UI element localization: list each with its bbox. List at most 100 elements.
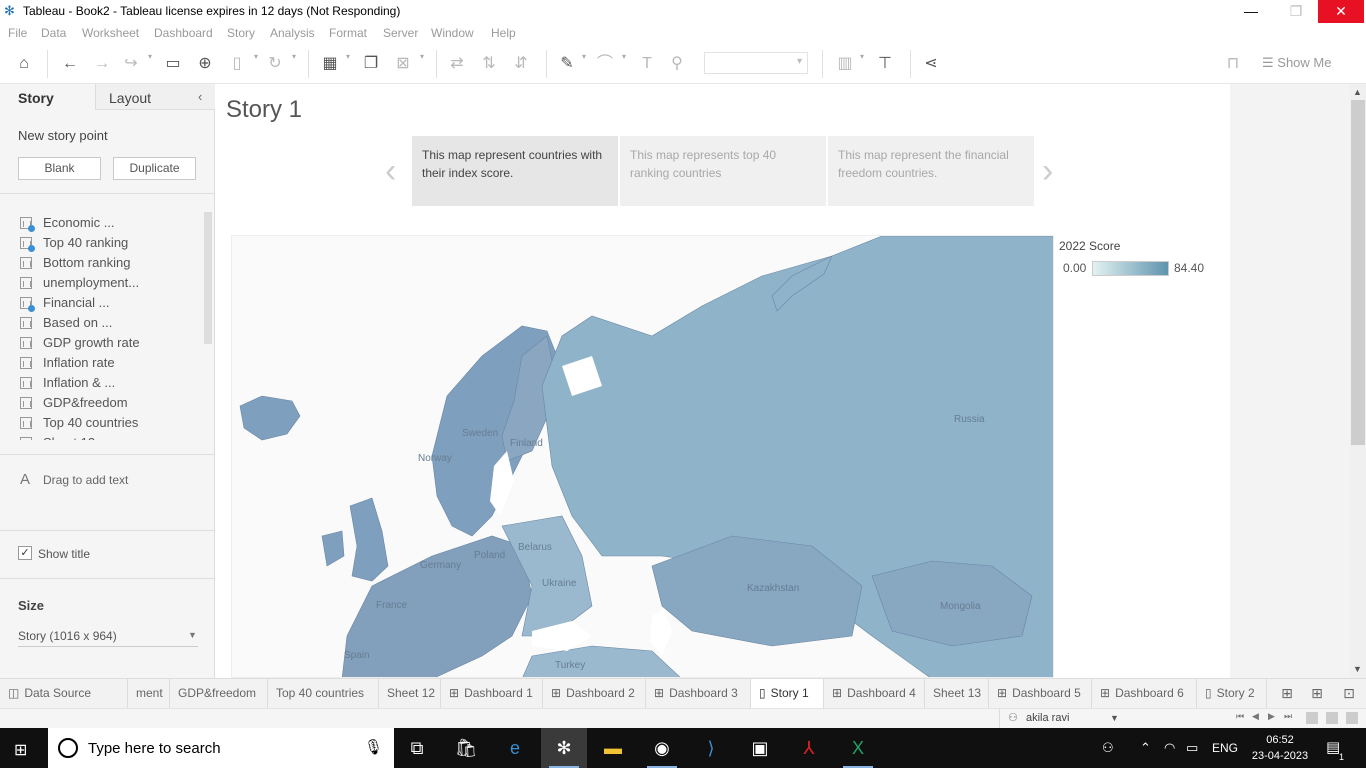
sheet-list-item[interactable]: unemployment... bbox=[0, 273, 204, 293]
sheet-list-scrollbar[interactable] bbox=[204, 212, 212, 344]
tab-story[interactable]: Story bbox=[0, 84, 95, 110]
fit-icon[interactable]: ▥ bbox=[834, 52, 856, 76]
sheet-list-item[interactable]: Bottom ranking bbox=[0, 253, 204, 273]
menu-dashboard[interactable]: Dashboard bbox=[154, 26, 213, 40]
sort-descending-icon[interactable]: ⇵ bbox=[510, 52, 532, 76]
pin-icon[interactable]: ⚲ bbox=[666, 52, 688, 76]
tooltip-icon[interactable]: ⊓ bbox=[1222, 52, 1244, 76]
sheet-tab[interactable]: ⊞ Dashboard 5 bbox=[989, 679, 1092, 708]
sheet-tab[interactable]: ◫ Data Source bbox=[0, 679, 128, 708]
show-sheet-sorter-icon[interactable] bbox=[1326, 712, 1338, 724]
sheet-tab[interactable]: GDP&freedom bbox=[170, 679, 268, 708]
replay-icon[interactable]: ↪ bbox=[120, 52, 142, 76]
clock[interactable]: 06:52 23-04-2023 bbox=[1250, 732, 1310, 764]
tab-layout[interactable]: Layout bbox=[95, 84, 215, 110]
vertical-scrollbar[interactable]: ▲ ▼ bbox=[1350, 84, 1366, 678]
text-label-icon[interactable]: T bbox=[636, 52, 658, 76]
group-icon[interactable]: ⌒ bbox=[594, 52, 616, 76]
menu-help[interactable]: Help bbox=[491, 26, 516, 40]
show-hidden-icons-icon[interactable]: ⌃ bbox=[1140, 740, 1151, 756]
share-icon[interactable]: ⋖ bbox=[920, 52, 942, 76]
restore-button[interactable]: ❐ bbox=[1273, 0, 1319, 23]
blank-button[interactable]: Blank bbox=[18, 157, 101, 180]
previous-sheet-icon[interactable]: ◀ bbox=[1252, 711, 1259, 722]
sheet-list-item[interactable]: Inflation & ... bbox=[0, 373, 204, 393]
new-worksheet-tab-icon[interactable]: ⊞ bbox=[1272, 679, 1302, 708]
show-title-checkbox[interactable]: ✓ bbox=[18, 546, 32, 560]
vscode-icon[interactable]: ⟩ bbox=[688, 728, 734, 768]
last-sheet-icon[interactable]: ⏭ bbox=[1284, 711, 1292, 722]
chevron-down-icon[interactable]: ▾ bbox=[420, 52, 424, 61]
taskbar-search[interactable]: Type here to search 🎙 bbox=[48, 728, 394, 768]
menu-format[interactable]: Format bbox=[329, 26, 367, 40]
task-view-icon[interactable]: ⧉ bbox=[394, 728, 440, 768]
chevron-down-icon[interactable]: ▾ bbox=[292, 52, 296, 61]
scroll-up-icon[interactable]: ▲ bbox=[1353, 87, 1362, 97]
menu-data[interactable]: Data bbox=[41, 26, 66, 40]
chevron-down-icon[interactable]: ▾ bbox=[622, 52, 626, 61]
clear-sheet-icon[interactable]: ⊠ bbox=[392, 52, 414, 76]
scrollbar-thumb[interactable] bbox=[1351, 100, 1365, 445]
sheet-tab[interactable]: Top 40 countries bbox=[268, 679, 379, 708]
sort-ascending-icon[interactable]: ⇅ bbox=[478, 52, 500, 76]
microphone-icon[interactable]: 🎙 bbox=[364, 738, 383, 756]
story-point-1[interactable]: This map represent countries with their … bbox=[412, 136, 618, 206]
scroll-down-icon[interactable]: ▼ bbox=[1353, 664, 1362, 674]
close-button[interactable]: ✕ bbox=[1318, 0, 1364, 23]
sheet-tab[interactable]: ⊞ Dashboard 4 bbox=[824, 679, 925, 708]
size-dropdown[interactable]: Story (1016 x 964) bbox=[18, 629, 198, 643]
sheet-tab[interactable]: Sheet 13 bbox=[925, 679, 989, 708]
chevron-down-icon[interactable]: ▾ bbox=[346, 52, 350, 61]
story-point-2[interactable]: This map represents top 40 ranking count… bbox=[620, 136, 826, 206]
user-menu[interactable]: ⚇ akila ravi ▼ bbox=[999, 709, 1125, 728]
duplicate-sheet-icon[interactable]: ❐ bbox=[360, 52, 382, 76]
sheet-list-item[interactable]: Sheet 12 bbox=[0, 433, 204, 440]
new-story-tab-icon[interactable]: ⊡ bbox=[1334, 679, 1364, 708]
undo-icon[interactable]: ← bbox=[58, 52, 82, 76]
legend-color-ramp[interactable] bbox=[1092, 261, 1169, 276]
previous-story-point-icon[interactable]: ‹ bbox=[385, 152, 396, 191]
acrobat-icon[interactable]: ⅄ bbox=[786, 728, 832, 768]
tableau-taskbar-icon[interactable]: ✻ bbox=[541, 728, 587, 768]
new-worksheet-icon[interactable]: ▦ bbox=[318, 52, 342, 76]
menu-server[interactable]: Server bbox=[383, 26, 418, 40]
sheet-tab[interactable]: ment bbox=[128, 679, 170, 708]
next-story-point-icon[interactable]: › bbox=[1042, 152, 1053, 191]
sheet-list-item[interactable]: Top 40 ranking bbox=[0, 233, 204, 253]
collapse-pane-icon[interactable]: ‹ bbox=[198, 89, 202, 104]
new-dashboard-tab-icon[interactable]: ⊞ bbox=[1302, 679, 1332, 708]
sheet-list-item[interactable]: Top 40 countries bbox=[0, 413, 204, 433]
minimize-button[interactable]: — bbox=[1228, 0, 1274, 23]
sheet-tab[interactable]: ⊞ Dashboard 3 bbox=[646, 679, 751, 708]
highlight-icon[interactable]: ✎ bbox=[556, 52, 578, 76]
pause-updates-icon[interactable]: ▯ bbox=[226, 52, 248, 76]
chrome-icon[interactable]: ◉ bbox=[639, 728, 685, 768]
show-tabs-icon[interactable] bbox=[1346, 712, 1358, 724]
sheet-tab[interactable]: ▯ Story 2 bbox=[1197, 679, 1267, 708]
swap-icon[interactable]: ⇄ bbox=[446, 52, 468, 76]
first-sheet-icon[interactable]: ⏮ bbox=[1236, 711, 1244, 722]
duplicate-button[interactable]: Duplicate bbox=[113, 157, 196, 180]
story-point-3[interactable]: This map represent the financial freedom… bbox=[828, 136, 1034, 206]
drag-to-add-text[interactable]: Drag to add text bbox=[43, 473, 128, 487]
sheet-list-item[interactable]: Economic ... bbox=[0, 213, 204, 233]
filled-map[interactable]: Sweden Finland Norway Russia Poland Bela… bbox=[231, 235, 1054, 678]
menu-worksheet[interactable]: Worksheet bbox=[82, 26, 139, 40]
sheet-tab[interactable]: ⊞ Dashboard 1 bbox=[441, 679, 543, 708]
redo-icon[interactable]: → bbox=[90, 52, 114, 76]
people-icon[interactable]: ⚇ bbox=[1102, 740, 1114, 756]
fit-width-dropdown[interactable] bbox=[704, 52, 808, 74]
menu-story[interactable]: Story bbox=[227, 26, 255, 40]
paint-icon[interactable]: ▣ bbox=[737, 728, 783, 768]
chevron-down-icon[interactable]: ▼ bbox=[188, 630, 197, 640]
save-icon[interactable]: ▭ bbox=[162, 52, 184, 76]
chevron-down-icon[interactable]: ▾ bbox=[860, 52, 864, 61]
chevron-down-icon[interactable]: ▾ bbox=[582, 52, 586, 61]
sheet-tab[interactable]: ▯ Story 1 bbox=[751, 679, 824, 708]
home-icon[interactable]: ⌂ bbox=[12, 52, 36, 76]
language-indicator[interactable]: ENG bbox=[1212, 741, 1238, 755]
show-me-button[interactable]: ☰ Show Me bbox=[1262, 55, 1331, 71]
new-data-source-icon[interactable]: ⊕ bbox=[194, 52, 216, 76]
chevron-down-icon[interactable]: ▾ bbox=[148, 52, 152, 61]
menu-analysis[interactable]: Analysis bbox=[270, 26, 315, 40]
